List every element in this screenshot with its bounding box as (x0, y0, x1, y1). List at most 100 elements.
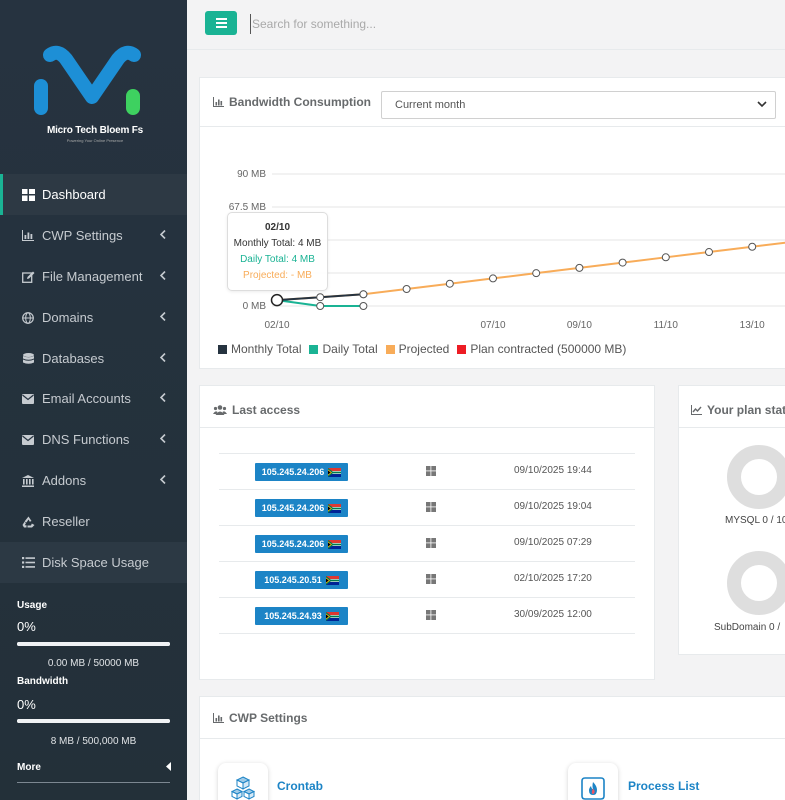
ip-address: 105.245.24.93 (264, 611, 322, 621)
legend-swatch (457, 344, 467, 354)
logo-mark-icon (34, 45, 141, 115)
data-point (618, 258, 627, 267)
list-item: 105.245.24.206 09/10/2025 07:29 (219, 525, 635, 561)
sidebar-item-email-accounts[interactable]: Email Accounts (0, 378, 187, 419)
x-tick-label: 13/10 (740, 320, 765, 331)
windows-icon (426, 499, 436, 517)
cwp-settings-title-text: CWP Settings (229, 711, 308, 725)
data-point (532, 269, 541, 278)
plan-stats-title-text: Your plan stat (707, 403, 785, 417)
legend-label: Monthly Total (231, 342, 302, 356)
windows-icon (426, 463, 436, 481)
list-item: 105.245.24.206 09/10/2025 19:44 (219, 453, 635, 489)
users-icon (213, 405, 227, 415)
ip-badge[interactable]: 105.245.24.93 (255, 607, 348, 625)
usage-label: Usage (17, 600, 48, 611)
chevron-down-icon (757, 99, 767, 112)
sidebar-item-reseller[interactable]: Reseller (0, 501, 187, 542)
bandwidth-label: Bandwidth (17, 676, 69, 687)
x-tick-label: 02/10 (264, 320, 289, 331)
sidebar-item-dns-functions[interactable]: DNS Functions (0, 419, 187, 460)
sidebar-item-disk-space-usage[interactable]: Disk Space Usage (0, 542, 187, 583)
subdomain-donut-chart (727, 551, 785, 615)
list-item: 105.245.20.51 02/10/2025 17:20 (219, 561, 635, 597)
data-point (359, 302, 368, 310)
data-point (445, 279, 454, 288)
ip-address: 105.245.24.206 (261, 539, 325, 549)
south-africa-flag-icon (325, 575, 339, 585)
windows-icon (426, 535, 436, 553)
divider (200, 738, 785, 739)
access-date: 09/10/2025 19:04 (514, 501, 592, 512)
sidebar-item-label: DNS Functions (42, 432, 130, 447)
data-point (705, 248, 713, 257)
sidebar-item-label: Disk Space Usage (42, 555, 149, 570)
database-icon (20, 352, 36, 366)
envelope-icon (20, 392, 36, 406)
ip-badge[interactable]: 105.245.20.51 (255, 571, 348, 589)
usage-detail: 0.00 MB / 50000 MB (47, 658, 140, 669)
tooltip-date: 02/10 (264, 222, 291, 233)
ip-badge[interactable]: 105.245.24.206 (255, 535, 348, 553)
menu-toggle-button[interactable] (205, 11, 237, 35)
crontab-tile[interactable] (218, 763, 268, 800)
data-point (316, 302, 325, 310)
ip-address: 105.245.24.206 (261, 467, 325, 477)
data-point (316, 293, 325, 302)
south-africa-flag-icon (325, 611, 339, 621)
sidebar-item-databases[interactable]: Databases (0, 338, 187, 379)
legend-item[interactable]: Daily Total (309, 342, 378, 356)
bar-chart-icon (213, 713, 224, 723)
line-chart-icon (691, 405, 702, 415)
sidebar-item-addons[interactable]: Addons (0, 460, 187, 501)
recycle-icon (20, 515, 36, 529)
data-point (359, 290, 368, 299)
tooltip-monthly: Monthly Total: 4 MB (233, 238, 322, 249)
windows-icon (426, 607, 436, 625)
x-tick-label: 09/10 (567, 320, 592, 331)
access-date: 02/10/2025 17:20 (514, 573, 592, 584)
bank-icon (20, 474, 36, 488)
divider (679, 427, 785, 428)
legend-item[interactable]: Plan contracted (500000 MB) (457, 342, 626, 356)
bandwidth-progress-bar (17, 719, 170, 723)
ip-badge[interactable]: 105.245.24.206 (255, 499, 348, 517)
south-africa-flag-icon (328, 539, 342, 549)
legend-label: Projected (398, 342, 450, 356)
list-icon (20, 556, 36, 570)
sidebar-item-label: Reseller (42, 514, 90, 529)
bars-icon (215, 18, 227, 28)
divider (17, 782, 170, 783)
legend-swatch (309, 344, 319, 354)
ip-badge[interactable]: 105.245.24.206 (255, 463, 348, 481)
divider (200, 427, 654, 428)
period-select-value: Current month (395, 99, 466, 111)
bandwidth-panel-title: Bandwidth Consumption (213, 78, 371, 126)
process-list-tile[interactable] (568, 763, 618, 800)
usage-progress-fill (17, 642, 170, 646)
south-africa-flag-icon (328, 467, 342, 477)
ip-address: 105.245.20.51 (264, 575, 322, 585)
process-list-link[interactable]: Process List (628, 779, 699, 793)
more-toggle[interactable]: More (17, 762, 172, 774)
mysql-donut-chart (727, 445, 785, 509)
access-date: 09/10/2025 19:44 (514, 465, 592, 476)
data-point (575, 263, 584, 272)
crontab-link[interactable]: Crontab (277, 779, 323, 793)
tooltip-daily: Daily Total: 4 MB (240, 254, 315, 265)
data-point (748, 242, 757, 251)
period-select[interactable]: Current month (381, 91, 776, 119)
legend-item[interactable]: Projected (385, 342, 450, 356)
subdomain-stat-label: SubDomain 0 / (714, 622, 781, 633)
brand-logo[interactable]: Micro Tech Bloem Fs Powering Your Online… (30, 45, 160, 155)
legend-label: Daily Total (322, 342, 378, 356)
sidebar-item-label: Email Accounts (42, 391, 131, 406)
legend-item[interactable]: Monthly Total (218, 342, 301, 356)
sidebar-item-label: Addons (42, 473, 87, 488)
legend-swatch (385, 344, 395, 354)
search-input[interactable] (250, 14, 550, 34)
brand-name: Micro Tech Bloem Fs (46, 125, 144, 136)
chevron-left-icon (159, 474, 172, 487)
tooltip-projected: Projected: - MB (243, 270, 312, 281)
usage-percent: 0% (17, 619, 36, 634)
